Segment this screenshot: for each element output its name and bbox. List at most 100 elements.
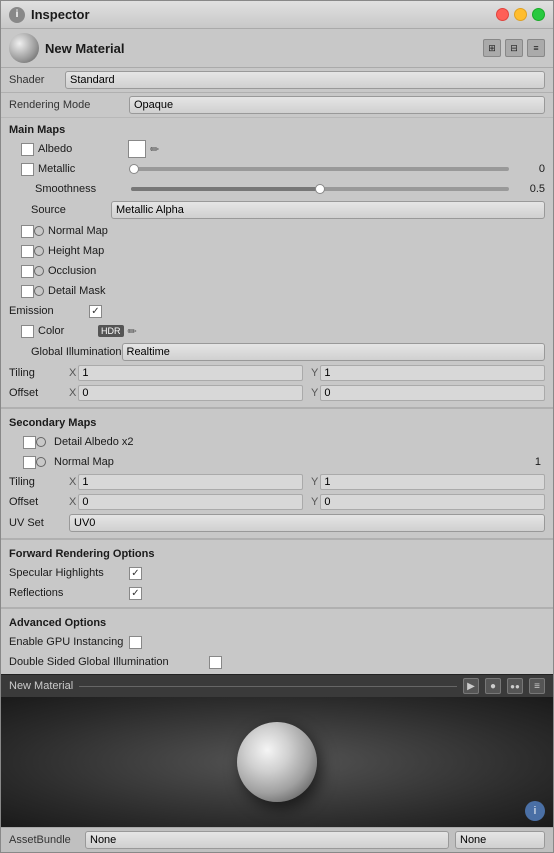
height-map-circle-icon [34, 246, 44, 256]
smoothness-value: 0.5 [515, 183, 545, 195]
sec-tiling-y-input[interactable] [320, 474, 545, 490]
detail-mask-label: Detail Mask [48, 285, 138, 297]
main-offset-row: Offset X Y [1, 383, 553, 403]
detail-albedo-row: Detail Albedo x2 [1, 432, 553, 452]
menu-icon[interactable]: ≡ [527, 39, 545, 57]
double-sided-row: Double Sided Global Illumination [1, 652, 553, 672]
material-name: New Material [45, 41, 477, 56]
source-row: Source Metallic Alpha [1, 199, 553, 221]
gi-row: Global Illumination Realtime [1, 341, 553, 363]
albedo-checkbox[interactable] [21, 143, 34, 156]
asset-bundle-select-1[interactable]: None [85, 831, 449, 849]
smoothness-thumb[interactable] [315, 184, 325, 194]
detail-albedo-label: Detail Albedo x2 [54, 436, 144, 448]
specular-label: Specular Highlights [9, 567, 129, 579]
shader-label: Shader [9, 74, 59, 86]
detail-mask-circle-icon [34, 286, 44, 296]
preview-play-btn[interactable]: ▶ [463, 678, 479, 694]
source-dropdown[interactable]: Metallic Alpha [111, 201, 545, 219]
tiling-y-input[interactable] [320, 365, 545, 381]
open-prefab-icon[interactable]: ⊞ [483, 39, 501, 57]
uv-set-dropdown[interactable]: UV0 [69, 514, 545, 532]
gpu-instancing-checkbox[interactable] [129, 636, 142, 649]
albedo-row: Albedo [1, 139, 553, 159]
advanced-options-section: Advanced Options Enable GPU Instancing D… [1, 611, 553, 674]
sec-offset-y-label: Y [311, 496, 318, 508]
settings-icon[interactable]: ⊟ [505, 39, 523, 57]
color-edit-icon[interactable] [128, 325, 137, 338]
detail-mask-row: Detail Mask [1, 281, 553, 301]
offset-x-input[interactable] [78, 385, 303, 401]
shader-row: Shader Standard [1, 68, 553, 93]
occlusion-label: Occlusion [48, 265, 138, 277]
detail-albedo-checkbox[interactable] [23, 436, 36, 449]
occlusion-row: Occlusion [1, 261, 553, 281]
tiling-x-label: X [69, 367, 76, 379]
main-secondary-divider [1, 407, 553, 409]
gpu-instancing-row: Enable GPU Instancing [1, 632, 553, 652]
sec-offset-x-input[interactable] [78, 494, 303, 510]
main-maps-section: Main Maps Albedo Metallic 0 Smoothness [1, 118, 553, 405]
toolbar-icons: ⊞ ⊟ ≡ [483, 39, 545, 57]
asset-bundle-select-2[interactable]: None [455, 831, 545, 849]
window-controls[interactable] [496, 8, 545, 21]
color-checkbox[interactable] [21, 325, 34, 338]
asset-bundle-bar: AssetBundle None None [1, 827, 553, 852]
double-sided-checkbox[interactable] [209, 656, 222, 669]
maximize-button[interactable] [532, 8, 545, 21]
occlusion-circle-icon [34, 266, 44, 276]
secondary-normal-value: 1 [144, 456, 545, 468]
offset-x-field: X Y [69, 385, 545, 401]
source-label: Source [31, 204, 111, 216]
detail-mask-checkbox[interactable] [21, 285, 34, 298]
occlusion-checkbox[interactable] [21, 265, 34, 278]
albedo-edit-icon[interactable] [150, 143, 159, 156]
rendering-mode-row: Rendering Mode Opaque [1, 93, 553, 118]
sec-offset-y-input[interactable] [320, 494, 545, 510]
secondary-maps-section: Secondary Maps Detail Albedo x2 Normal M… [1, 411, 553, 536]
reflections-checkbox[interactable] [129, 587, 142, 600]
secondary-normal-checkbox[interactable] [23, 456, 36, 469]
tiling-x-input[interactable] [78, 365, 303, 381]
metallic-label: Metallic [38, 163, 128, 175]
metallic-value: 0 [515, 163, 545, 175]
preview-material-name: New Material [9, 680, 73, 692]
sec-offset-x-label: X [69, 496, 76, 508]
specular-checkbox[interactable] [129, 567, 142, 580]
offset-y-label: Y [311, 387, 318, 399]
albedo-preview[interactable] [128, 140, 146, 158]
forward-rendering-title: Forward Rendering Options [1, 546, 553, 563]
rendering-mode-label: Rendering Mode [9, 99, 129, 111]
material-sphere-preview [9, 33, 39, 63]
title-bar-left: i Inspector [9, 7, 90, 23]
shader-dropdown[interactable]: Standard [65, 71, 545, 89]
info-corner-icon[interactable]: i [525, 801, 545, 821]
sec-tiling-label: Tiling [9, 476, 69, 488]
advanced-options-title: Advanced Options [1, 615, 553, 632]
close-button[interactable] [496, 8, 509, 21]
emission-checkbox[interactable] [89, 305, 102, 318]
smoothness-slider[interactable] [131, 187, 509, 191]
normal-map-checkbox[interactable] [21, 225, 34, 238]
tiling-x-field: X Y [69, 365, 545, 381]
secondary-normal-label: Normal Map [54, 456, 144, 468]
height-map-checkbox[interactable] [21, 245, 34, 258]
preview-circle-btn[interactable]: ● [485, 678, 501, 694]
metallic-slider[interactable] [134, 167, 509, 171]
forward-rendering-section: Forward Rendering Options Specular Highl… [1, 542, 553, 605]
smoothness-label: Smoothness [35, 183, 125, 195]
main-maps-title: Main Maps [1, 122, 553, 139]
metallic-thumb[interactable] [129, 164, 139, 174]
metallic-checkbox[interactable] [21, 163, 34, 176]
specular-row: Specular Highlights [1, 563, 553, 583]
preview-dots-btn[interactable]: ●● [507, 678, 523, 694]
gi-dropdown[interactable]: Realtime [122, 343, 546, 361]
minimize-button[interactable] [514, 8, 527, 21]
secondary-maps-title: Secondary Maps [1, 415, 553, 432]
normal-map-label: Normal Map [48, 225, 138, 237]
preview-menu-btn[interactable]: ≡ [529, 678, 545, 694]
offset-y-input[interactable] [320, 385, 545, 401]
rendering-mode-dropdown[interactable]: Opaque [129, 96, 545, 114]
offset-label: Offset [9, 387, 69, 399]
sec-tiling-x-input[interactable] [78, 474, 303, 490]
